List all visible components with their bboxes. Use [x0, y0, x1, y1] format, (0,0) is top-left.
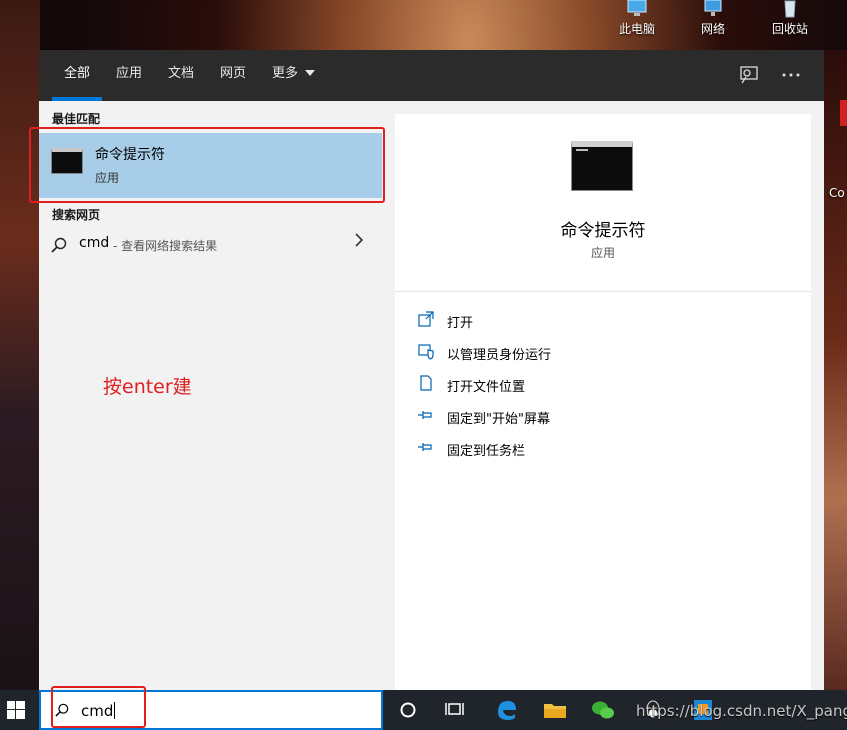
search-icon — [51, 237, 67, 253]
tab-documents[interactable]: 文档 — [168, 50, 194, 101]
chevron-down-icon — [305, 70, 316, 76]
run-as-admin-icon — [418, 344, 434, 360]
action-label: 打开 — [447, 316, 474, 331]
desktop-side-tile — [840, 100, 847, 126]
action-run-as-admin[interactable]: 以管理员身份运行 — [395, 338, 811, 366]
action-label: 以管理员身份运行 — [447, 348, 552, 363]
start-search-panel: 全部 应用 文档 网页 更多 最佳匹配 命令提示符 应用 搜索网页 cmd - … — [29, 50, 824, 690]
start-button[interactable] — [0, 690, 39, 730]
web-search-result[interactable]: cmd - 查看网络搜索结果 — [39, 229, 382, 259]
desktop-icon-label: 此电脑 — [618, 22, 655, 36]
watermark-text: https://blog.csdn.net/X_pang — [636, 702, 847, 720]
search-tab-bar: 全部 应用 文档 网页 更多 — [39, 50, 824, 101]
web-search-heading: 搜索网页 — [52, 208, 101, 222]
highlight-box-best-match — [29, 127, 385, 203]
desktop-icon-recycle-bin[interactable]: 回收站 — [760, 0, 820, 37]
cortana-icon[interactable] — [395, 698, 421, 722]
recycle-bin-icon — [784, 0, 796, 18]
file-explorer-icon[interactable] — [542, 698, 568, 722]
pin-taskbar-icon — [418, 443, 432, 451]
action-open[interactable]: 打开 — [395, 306, 811, 334]
action-pin-to-taskbar[interactable]: 固定到任务栏 — [395, 434, 811, 462]
edge-icon[interactable] — [494, 698, 520, 722]
task-view-icon[interactable] — [442, 698, 468, 722]
action-label: 固定到任务栏 — [447, 444, 526, 459]
desktop-icon-label: 回收站 — [771, 22, 808, 36]
web-search-hint: - 查看网络搜索结果 — [113, 239, 218, 253]
desktop-icon-label: 网络 — [700, 22, 725, 36]
taskbar: cmd https://blog.csdn.net/X_pang — [0, 686, 847, 730]
feedback-icon[interactable] — [739, 65, 759, 85]
wechat-icon[interactable] — [590, 698, 616, 722]
desktop-icon-this-pc[interactable]: 此电脑 — [607, 0, 667, 37]
open-icon — [418, 311, 434, 327]
more-options-icon[interactable] — [781, 72, 801, 78]
desktop-icon-network[interactable]: 网络 — [683, 0, 743, 37]
tab-web[interactable]: 网页 — [220, 50, 246, 101]
computer-icon — [627, 0, 647, 16]
command-prompt-large-icon — [571, 141, 633, 191]
wallpaper-right — [822, 50, 847, 690]
tab-more[interactable]: 更多 — [272, 50, 316, 101]
detail-title: 命令提示符 — [560, 221, 646, 241]
windows-logo-icon — [7, 701, 25, 719]
pin-start-icon — [418, 411, 432, 419]
action-pin-to-start[interactable]: 固定到"开始"屏幕 — [395, 402, 811, 430]
best-match-heading: 最佳匹配 — [52, 112, 101, 126]
web-search-query: cmd — [79, 235, 110, 251]
detail-pane: 命令提示符 应用 打开 以管理员身份运行 打开文件位置 固定到"开始"屏幕 固定… — [395, 114, 811, 690]
action-open-file-location[interactable]: 打开文件位置 — [395, 370, 811, 398]
desktop-side-text: Co — [829, 186, 845, 200]
action-label: 固定到"开始"屏幕 — [447, 412, 550, 427]
highlight-box-search — [51, 686, 146, 728]
tab-apps[interactable]: 应用 — [116, 50, 142, 101]
detail-subtitle: 应用 — [590, 246, 615, 260]
annotation-text: 按enter建 — [103, 376, 192, 398]
file-location-icon — [420, 375, 432, 391]
network-icon — [704, 0, 722, 16]
tab-more-label: 更多 — [272, 66, 299, 81]
tab-all[interactable]: 全部 — [64, 50, 90, 101]
action-label: 打开文件位置 — [447, 380, 526, 395]
chevron-right-icon[interactable] — [354, 233, 364, 247]
wallpaper-left — [0, 0, 40, 690]
detail-divider — [395, 291, 811, 292]
